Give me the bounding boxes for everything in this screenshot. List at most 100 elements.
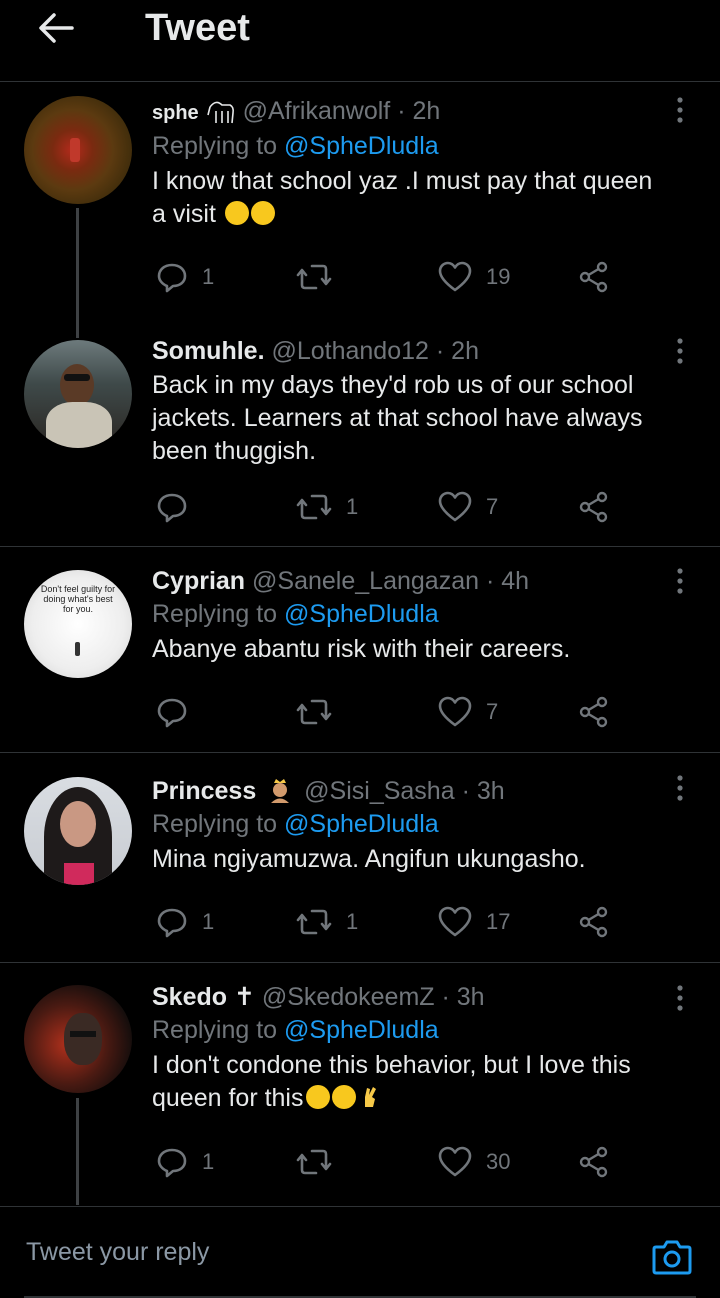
share-button[interactable] (578, 257, 610, 297)
more-options-icon[interactable] (670, 983, 690, 1013)
reply-button[interactable]: 1 (156, 1142, 214, 1182)
heart-icon (438, 696, 472, 727)
retweet-count: 1 (346, 909, 359, 934)
tweet-lothando12[interactable]: Somuhle. @Lothando12 · 2h Back in my day… (0, 323, 720, 547)
reply-mention-link[interactable]: @SpheDludla (284, 132, 439, 160)
reply-button[interactable]: 1 (156, 257, 214, 297)
share-button[interactable] (578, 1142, 610, 1182)
user-handle[interactable]: @Sanele_Langazan (252, 567, 479, 595)
tweet-sanele-langazan[interactable]: Don't feel guilty for doing what's best … (0, 547, 720, 753)
reply-icon (157, 1148, 187, 1178)
goat-icon (206, 97, 236, 125)
reply-mention-link[interactable]: @SpheDludla (284, 600, 439, 628)
share-icon (579, 696, 608, 728)
crossed-fingers-emoji-icon (358, 1085, 382, 1109)
thread-line (76, 208, 79, 338)
more-options-icon[interactable] (670, 95, 690, 125)
tweet-actions: 1 30 (152, 1142, 622, 1182)
reply-count: 1 (202, 264, 215, 289)
display-name[interactable]: Skedo ✝ (152, 983, 255, 1011)
reply-composer (0, 1206, 720, 1298)
like-button[interactable]: 17 (438, 902, 510, 942)
retweet-button[interactable]: 1 (296, 902, 358, 942)
share-button[interactable] (578, 902, 610, 942)
like-button[interactable]: 19 (438, 257, 510, 297)
reply-icon (157, 263, 187, 293)
reply-input[interactable] (24, 1231, 588, 1273)
retweet-count: 1 (346, 494, 359, 519)
display-name[interactable]: Princess (152, 777, 256, 805)
timestamp: · 3h (441, 983, 485, 1011)
replying-prefix: Replying to (152, 600, 278, 628)
more-options-icon[interactable] (670, 336, 690, 366)
tweet-afrikanwolf[interactable]: sphe @Afrikanwolf · 2h Replying to @Sphe… (0, 83, 720, 338)
princess-emoji-icon (267, 777, 293, 803)
reply-mention-link[interactable]: @SpheDludla (284, 810, 439, 838)
retweet-icon (296, 1149, 332, 1175)
back-arrow-icon[interactable] (36, 10, 76, 46)
timestamp: · 3h (461, 777, 505, 805)
display-name[interactable]: sphe (152, 102, 199, 124)
like-count: 30 (486, 1149, 511, 1174)
replying-prefix: Replying to (152, 810, 278, 838)
timestamp: · 4h (485, 567, 530, 595)
share-icon (579, 906, 608, 938)
tweet-sisi-sasha[interactable]: Princess @Sisi_Sasha · 3h Replying to @S… (0, 753, 720, 963)
retweet-button[interactable]: 1 (296, 487, 358, 527)
tweet-actions: 7 (152, 692, 622, 732)
replying-line: Replying to @SpheDludla (152, 1013, 660, 1047)
avatar[interactable] (24, 96, 132, 204)
like-count: 17 (486, 909, 511, 934)
heart-icon (438, 491, 472, 522)
avatar[interactable] (24, 985, 132, 1093)
display-name[interactable]: Somuhle. (152, 337, 265, 365)
retweet-button[interactable] (296, 692, 346, 732)
reply-button[interactable] (156, 487, 202, 527)
like-button[interactable]: 30 (438, 1142, 510, 1182)
heart-icon (438, 906, 472, 937)
retweet-button[interactable] (296, 1142, 346, 1182)
avatar[interactable]: Don't feel guilty for doing what's best … (24, 570, 132, 678)
tweet-text: Mina ngiyamuzwa. Angifun ukungasho. (152, 845, 586, 873)
reply-button[interactable]: 1 (156, 902, 214, 942)
more-options-icon[interactable] (670, 566, 690, 596)
camera-icon[interactable] (650, 1235, 694, 1279)
like-button[interactable]: 7 (438, 487, 498, 527)
user-handle[interactable]: @SkedokeemZ (262, 983, 435, 1011)
share-button[interactable] (578, 692, 610, 732)
reply-button[interactable] (156, 692, 202, 732)
joy-emoji-icon (305, 1085, 330, 1109)
like-count: 19 (486, 264, 511, 289)
tweet-skedokeemz[interactable]: Skedo ✝ @SkedokeemZ · 3h Replying to @Sp… (0, 963, 720, 1205)
timestamp: · 2h (397, 97, 441, 125)
user-handle[interactable]: @Sisi_Sasha (304, 777, 454, 805)
reply-mention-link[interactable]: @SpheDludla (284, 1016, 439, 1044)
like-count: 7 (486, 699, 499, 724)
avatar[interactable] (24, 777, 132, 885)
retweet-icon (296, 494, 332, 520)
more-options-icon[interactable] (670, 773, 690, 803)
like-button[interactable]: 7 (438, 692, 498, 732)
reply-count: 1 (202, 909, 215, 934)
user-handle[interactable]: @Afrikanwolf (243, 97, 391, 125)
replying-prefix: Replying to (152, 1016, 278, 1044)
tweet-actions: 1 7 (152, 487, 622, 527)
share-button[interactable] (578, 487, 610, 527)
share-icon (579, 261, 608, 293)
top-bar: Tweet (0, 0, 720, 82)
retweet-button[interactable] (296, 257, 346, 297)
retweet-icon (296, 909, 332, 935)
rofl-emoji-icon (250, 201, 275, 225)
avatar[interactable] (24, 340, 132, 448)
avatar-quote-text: Don't feel guilty for doing what's best … (40, 584, 116, 614)
joy-emoji-icon (331, 1085, 356, 1109)
tweet-text: Abanye abantu risk with their careers. (152, 635, 571, 663)
replying-prefix: Replying to (152, 132, 278, 160)
reply-icon (157, 698, 187, 728)
reply-icon (157, 493, 187, 523)
timestamp: · 2h (435, 337, 479, 365)
tweet-text-body: I don't condone this behavior, but I lov… (152, 1051, 631, 1112)
user-handle[interactable]: @Lothando12 (271, 337, 428, 365)
display-name[interactable]: Cyprian (152, 567, 245, 595)
rofl-emoji-icon (224, 201, 249, 225)
